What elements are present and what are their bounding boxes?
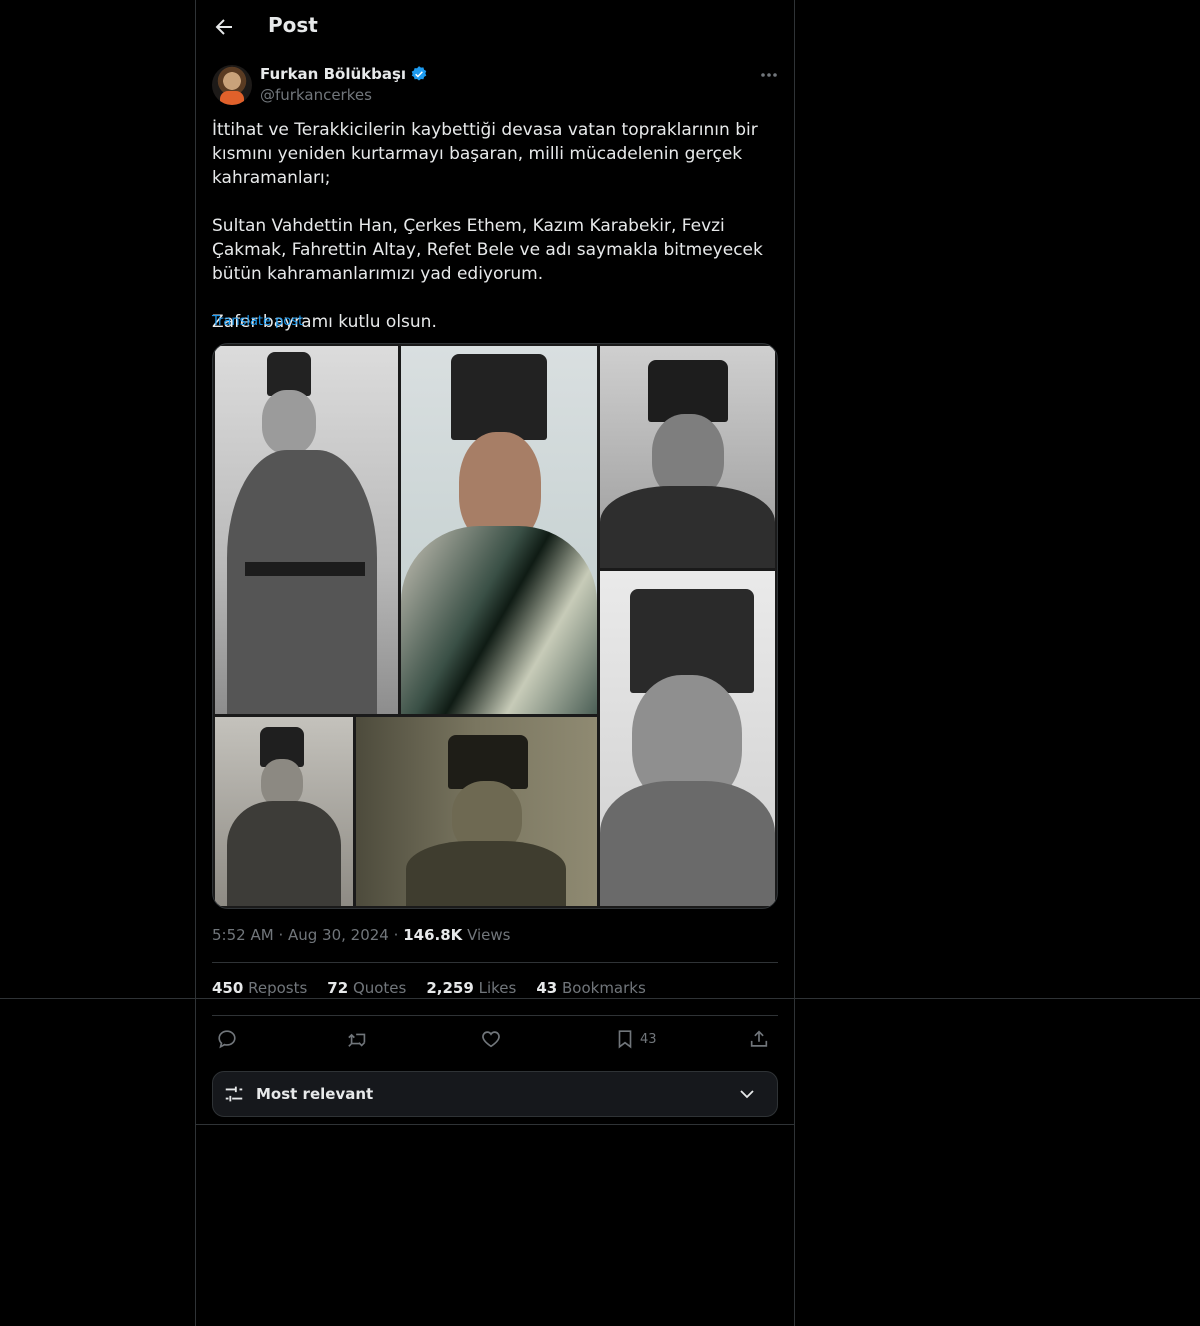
views-label: Views xyxy=(467,926,511,944)
engagement-stats: 450 Reposts 72 Quotes 2,259 Likes 43 Boo… xyxy=(212,979,646,997)
quotes-stat[interactable]: 72 Quotes xyxy=(327,979,406,997)
reposts-stat[interactable]: 450 Reposts xyxy=(212,979,307,997)
sort-label: Most relevant xyxy=(256,1085,374,1103)
back-arrow-icon[interactable] xyxy=(212,15,236,39)
post-meta: 5:52 AM · Aug 30, 2024 · 146.8K Views xyxy=(212,926,511,944)
page-header: Post xyxy=(196,0,794,54)
divider xyxy=(212,1015,778,1016)
main-column: Post Furkan Bölükbaşı @furkancerkes İtti… xyxy=(195,0,795,1326)
bookmark-count: 43 xyxy=(640,1031,657,1047)
avatar[interactable] xyxy=(212,65,252,105)
like-icon xyxy=(482,1031,500,1048)
photo-3 xyxy=(600,346,775,568)
share-icon xyxy=(750,1030,768,1047)
translate-link[interactable]: Translate post xyxy=(212,314,303,329)
repost-button[interactable] xyxy=(346,1026,370,1052)
bookmark-icon xyxy=(618,1030,632,1049)
post-time[interactable]: 5:52 AM xyxy=(212,926,274,944)
photo-5 xyxy=(215,717,353,906)
reply-icon xyxy=(218,1030,236,1049)
repost-icon xyxy=(348,1033,366,1047)
page-title: Post xyxy=(268,13,318,37)
divider xyxy=(196,1124,794,1125)
verified-badge-icon xyxy=(411,66,427,81)
reply-button[interactable] xyxy=(216,1026,238,1052)
post-date[interactable]: Aug 30, 2024 xyxy=(288,926,389,944)
sliders-icon xyxy=(225,1086,243,1102)
views-count: 146.8K xyxy=(403,926,463,944)
author-name-row[interactable]: Furkan Bölükbaşı xyxy=(260,65,428,83)
photo-4 xyxy=(600,571,775,906)
likes-stat[interactable]: 2,259 Likes xyxy=(426,979,516,997)
author-handle[interactable]: @furkancerkes xyxy=(260,86,372,104)
chevron-down-icon xyxy=(740,1090,754,1099)
reply-sort-dropdown[interactable]: Most relevant xyxy=(212,1071,778,1117)
photo-1 xyxy=(215,346,398,714)
author-name[interactable]: Furkan Bölükbaşı xyxy=(260,65,406,83)
divider xyxy=(212,962,778,963)
photo-2 xyxy=(401,346,597,714)
like-button[interactable] xyxy=(480,1026,502,1052)
post-image[interactable] xyxy=(212,343,778,909)
more-icon[interactable] xyxy=(758,66,780,84)
bookmark-button[interactable]: 43 xyxy=(614,1026,657,1052)
share-button[interactable] xyxy=(748,1026,770,1052)
action-bar: 43 xyxy=(212,1026,778,1054)
bookmarks-stat[interactable]: 43 Bookmarks xyxy=(536,979,645,997)
photo-6 xyxy=(356,717,597,906)
post-text: İttihat ve Terakkicilerin kaybettiği dev… xyxy=(212,120,763,332)
